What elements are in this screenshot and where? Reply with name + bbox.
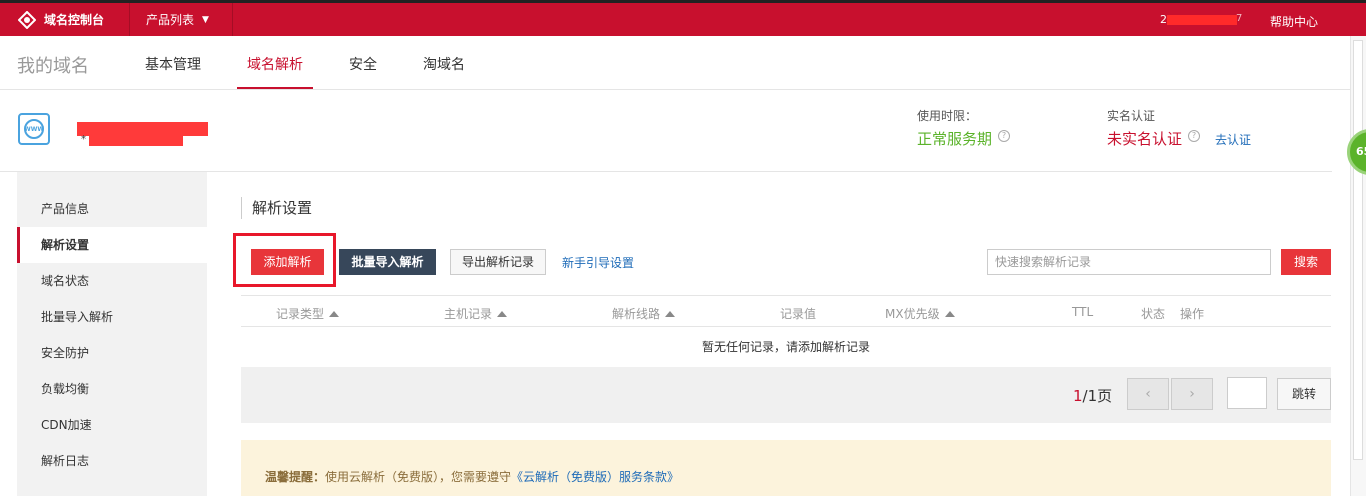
chevron-down-icon: ▼ <box>202 14 209 25</box>
sort-up-icon <box>944 311 955 317</box>
search-button[interactable]: 搜索 <box>1281 249 1331 275</box>
realname-status: 未实名认证? <box>1107 128 1201 149</box>
go-verify-link[interactable]: 去认证 <box>1215 131 1251 148</box>
next-page-button[interactable]: › <box>1171 378 1213 410</box>
sidebar-item-batch-import[interactable]: 批量导入解析 <box>17 299 207 335</box>
sidebar-item-dns-settings[interactable]: 解析设置 <box>17 227 207 263</box>
sidebar: 产品信息 解析设置 域名状态 批量导入解析 安全防护 负载均衡 CDN加速 解析… <box>17 172 207 496</box>
console-logo[interactable]: 域名控制台 <box>0 3 130 36</box>
sidebar-item-product-info[interactable]: 产品信息 <box>17 191 207 227</box>
column-host-record[interactable]: 主机记录 <box>444 305 508 322</box>
usage-period-label: 使用时限： <box>917 109 978 123</box>
page-brand: 我的域名 <box>17 56 89 77</box>
search-input[interactable] <box>987 249 1271 275</box>
realname-status-text: 未实名认证 <box>1107 130 1183 148</box>
notice-text: 温馨提醒：使用云解析（免费版），您需要遵守《云解析（免费版）服务条款》 <box>265 468 679 485</box>
logo-icon <box>18 10 36 29</box>
main-nav: 我的域名 基本管理 域名解析 安全 淘域名 <box>0 36 1350 90</box>
pagination: 1/1页 ‹ › 跳转 <box>241 367 1331 423</box>
help-center-link[interactable]: 帮助中心 <box>1270 13 1318 30</box>
column-status: 状态 <box>1141 307 1166 321</box>
column-mx-priority[interactable]: MX优先级 <box>885 305 955 322</box>
sidebar-item-security[interactable]: 安全防护 <box>17 335 207 371</box>
sidebar-item-domain-status[interactable]: 域名状态 <box>17 263 207 299</box>
console-title: 域名控制台 <box>44 13 105 27</box>
total-pages: /1页 <box>1082 387 1113 405</box>
tab-dns-resolution[interactable]: 域名解析 <box>247 54 303 74</box>
current-page: 1 <box>1073 387 1083 405</box>
domain-info-panel: WWW * 使用时限： 正常服务期? 实名认证 未实名认证? 去认证 <box>0 90 1332 172</box>
sidebar-item-cdn[interactable]: CDN加速 <box>17 407 207 443</box>
usage-period-text: 正常服务期 <box>917 130 993 148</box>
redaction-bar <box>89 134 183 146</box>
tab-basic-management[interactable]: 基本管理 <box>145 54 201 74</box>
sort-up-icon <box>497 311 508 317</box>
page-number-input[interactable] <box>1227 377 1267 409</box>
export-records-button[interactable]: 导出解析记录 <box>450 249 546 275</box>
column-label: MX优先级 <box>885 307 940 321</box>
realname-label: 实名认证 <box>1107 109 1156 123</box>
column-line[interactable]: 解析线路 <box>612 305 676 322</box>
user-account-redaction[interactable] <box>1167 15 1237 25</box>
column-label: 主机记录 <box>444 307 493 321</box>
domain-mask-char: * <box>81 134 86 145</box>
www-icon: WWW <box>18 113 50 145</box>
product-list-menu[interactable]: 产品列表 ▼ <box>130 3 233 36</box>
question-icon[interactable]: ? <box>998 130 1011 142</box>
product-list-label: 产品列表 <box>146 13 195 27</box>
column-record-value: 记录值 <box>780 307 817 321</box>
terms-link[interactable]: 《云解析（免费版）服务条款》 <box>511 470 679 484</box>
scrollbar-thumb[interactable] <box>1353 40 1363 460</box>
sidebar-item-load-balance[interactable]: 负载均衡 <box>17 371 207 407</box>
tab-domain-market[interactable]: 淘域名 <box>423 54 465 74</box>
user-account-suffix: 7 <box>1236 13 1243 24</box>
question-icon[interactable]: ? <box>1188 130 1201 142</box>
jump-page-button[interactable]: 跳转 <box>1277 378 1331 410</box>
page-title: 解析设置 <box>241 197 312 219</box>
add-record-button[interactable]: 添加解析 <box>251 249 324 275</box>
batch-import-button[interactable]: 批量导入解析 <box>339 249 436 275</box>
empty-state-text: 暂无任何记录，请添加解析记录 <box>701 340 870 354</box>
notice-banner: 温馨提醒：使用云解析（免费版），您需要遵守《云解析（免费版）服务条款》 <box>241 440 1331 496</box>
table-header: 记录类型 主机记录 解析线路 记录值 MX优先级 TTL 状态 操作 <box>241 295 1331 327</box>
notice-label: 温馨提醒： <box>265 470 326 484</box>
column-label: 解析线路 <box>612 307 661 321</box>
page-count: 1/1页 <box>1073 385 1112 406</box>
column-actions: 操作 <box>1180 307 1205 321</box>
domain-name-redaction: * <box>77 122 208 146</box>
notice-body: 使用云解析（免费版），您需要遵守 <box>325 470 512 484</box>
prev-page-button[interactable]: ‹ <box>1127 378 1169 410</box>
usage-period-value: 正常服务期? <box>917 128 1011 149</box>
tab-security[interactable]: 安全 <box>349 54 377 74</box>
sort-up-icon <box>329 311 340 317</box>
globe-icon: WWW <box>24 119 44 139</box>
user-account-prefix: 2 <box>1160 13 1167 26</box>
beginner-guide-link[interactable]: 新手引导设置 <box>562 254 634 271</box>
sidebar-item-dns-log[interactable]: 解析日志 <box>17 443 207 479</box>
column-ttl: TTL <box>1072 305 1094 319</box>
top-bar: 域名控制台 产品列表 ▼ 2 7 帮助中心 <box>0 0 1366 36</box>
sort-up-icon <box>665 311 676 317</box>
column-label: 记录类型 <box>276 307 325 321</box>
column-record-type[interactable]: 记录类型 <box>276 305 340 322</box>
active-tab-underline <box>237 87 313 89</box>
